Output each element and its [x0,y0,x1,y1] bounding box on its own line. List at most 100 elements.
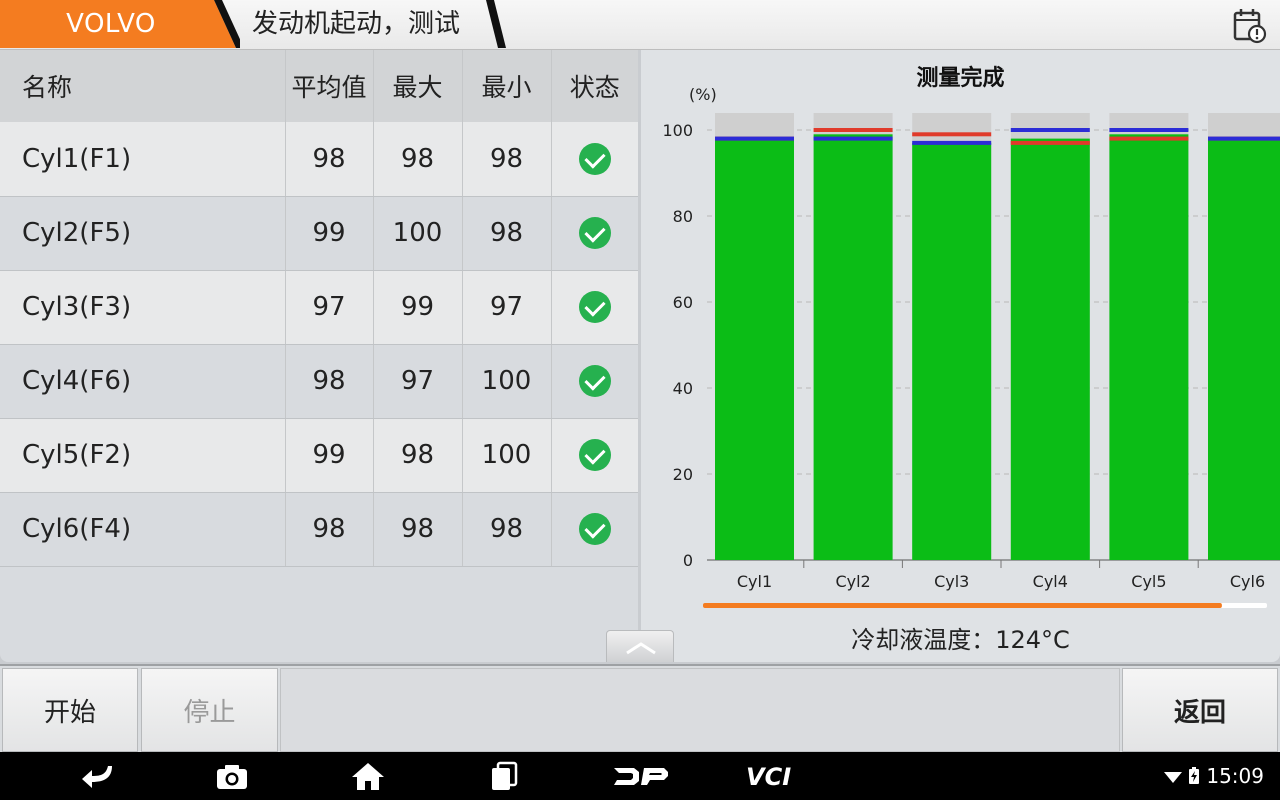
max-marker [912,132,992,137]
cell-max: 98 [373,122,463,197]
vci-icon[interactable]: VCI [744,760,808,792]
camera-icon[interactable] [214,760,250,792]
cylinder-balance-chart: (%) 0 20 40 60 80 100 Cyl1 Cyl2 Cyl3 Cyl4 Cyl5 Cyl6 [662,85,1280,608]
table-row[interactable]: Cyl4(F6) 98 97 100 [0,344,638,419]
chevron-up-icon [626,642,656,655]
cell-status [551,344,638,419]
min-marker [1109,128,1189,132]
table-header-row: 名称 平均值 最大 最小 状态 [0,50,638,122]
x-tick-label: Cyl5 [1131,572,1166,591]
title-tab: 发动机起动，测试 [212,0,512,48]
back-button[interactable]: 返回 [1122,668,1278,752]
table-row[interactable]: Cyl2(F5) 99 100 98 [0,196,638,271]
cell-max: 98 [373,418,463,493]
check-circle-icon [578,365,611,397]
chart-scroll-thumb [703,603,1222,608]
header-status: 状态 [551,50,638,122]
header-max: 最大 [373,50,463,122]
cell-min: 100 [462,344,552,419]
header-average: 平均值 [285,50,374,122]
home-icon[interactable] [350,760,386,792]
x-tick-label: Cyl1 [737,572,772,591]
y-tick-label: 40 [673,379,693,398]
page-title: 发动机起动，测试 [252,9,461,39]
cell-max: 97 [373,344,463,419]
bar-cyl5 [1109,134,1189,561]
brand-tab[interactable]: VOLVO [0,0,240,48]
table-row[interactable]: Cyl6(F4) 98 98 98 [0,492,638,567]
battery-icon [1189,767,1200,784]
check-circle-icon [578,291,611,323]
bar-cyl3 [912,142,992,560]
min-marker [715,136,794,141]
collapse-panel-button[interactable] [606,630,674,662]
check-circle-icon [578,217,611,249]
app-root: VOLVO 发动机起动，测试 名称 平均值 最大 最小 状态 Cyl1(F1) … [0,0,1280,800]
bar-cyl2 [813,134,893,561]
check-circle-icon [578,142,611,175]
cell-average: 99 [285,196,374,271]
cell-average: 98 [285,492,374,567]
status-area: 15:09 [1164,764,1264,788]
min-marker [1208,136,1280,141]
cell-status [551,492,638,567]
table-row[interactable]: Cyl5(F2) 99 98 100 [0,418,638,493]
coolant-temperature: 冷却液温度：124°C [641,620,1280,655]
report-calendar-icon[interactable] [1230,6,1268,44]
cell-name: Cyl6(F4) [0,492,286,567]
check-circle-icon [578,513,611,545]
cell-name: Cyl2(F5) [0,196,286,271]
cell-min: 100 [462,418,552,493]
y-tick-label: 100 [662,121,693,140]
min-marker [813,136,893,141]
cell-status [551,196,638,271]
x-tick-label: Cyl6 [1230,572,1265,591]
cell-min: 98 [462,196,552,271]
bar-cyl6 [1208,138,1280,560]
title-bar: VOLVO 发动机起动，测试 [0,0,1280,50]
y-tick-label: 0 [683,551,693,570]
cell-name: Cyl4(F6) [0,344,286,419]
clock-time: 15:09 [1206,764,1264,788]
cell-status [551,122,638,197]
action-bar-spacer [280,668,1120,752]
chart-panel: 测量完成 (%) 0 20 40 60 80 100 Cyl1 Cyl2 Cyl3 Cyl4 Cyl… [641,50,1280,662]
table-row[interactable]: Cyl1(F1) 98 98 98 [0,122,638,197]
max-marker [1109,136,1189,141]
svg-text:VCI: VCI [746,763,791,791]
cell-average: 98 [285,344,374,419]
back-arrow-icon[interactable] [78,760,118,792]
stop-button[interactable]: 停止 [141,668,278,752]
cell-average: 98 [285,122,374,197]
system-nav-bar: VCI 15:09 [0,752,1280,800]
coolant-label: 冷却液温度： [851,626,996,654]
cell-min: 98 [462,122,552,197]
max-marker [813,128,893,132]
start-button[interactable]: 开始 [2,668,138,752]
y-tick-label: 60 [673,293,693,312]
min-marker [1010,128,1090,132]
min-marker [912,140,992,145]
bar-cyl1 [715,138,794,560]
table-row[interactable]: Cyl3(F3) 97 99 97 [0,270,638,345]
recent-apps-icon[interactable] [488,760,520,792]
coolant-value: 124°C [995,626,1070,654]
results-table-panel: 名称 平均值 最大 最小 状态 Cyl1(F1) 98 98 98 Cyl2(F… [0,50,638,662]
header-min: 最小 [462,50,552,122]
results-table: 名称 平均值 最大 最小 状态 Cyl1(F1) 98 98 98 Cyl2(F… [0,50,638,567]
cell-min: 98 [462,492,552,567]
dp-logo-icon[interactable] [610,760,670,792]
cell-status [551,418,638,493]
main-content: 名称 平均值 最大 最小 状态 Cyl1(F1) 98 98 98 Cyl2(F… [0,50,1280,664]
y-tick-label: 80 [673,207,693,226]
cell-name: Cyl5(F2) [0,418,286,493]
cell-average: 97 [285,270,374,345]
cell-max: 100 [373,196,463,271]
max-marker [1010,140,1090,145]
bar-cyl4 [1010,138,1090,560]
x-tick-label: Cyl3 [934,572,969,591]
x-tick-label: Cyl2 [835,572,870,591]
y-unit-label: (%) [689,85,717,104]
cell-max: 98 [373,492,463,567]
x-tick-label: Cyl4 [1033,572,1068,591]
